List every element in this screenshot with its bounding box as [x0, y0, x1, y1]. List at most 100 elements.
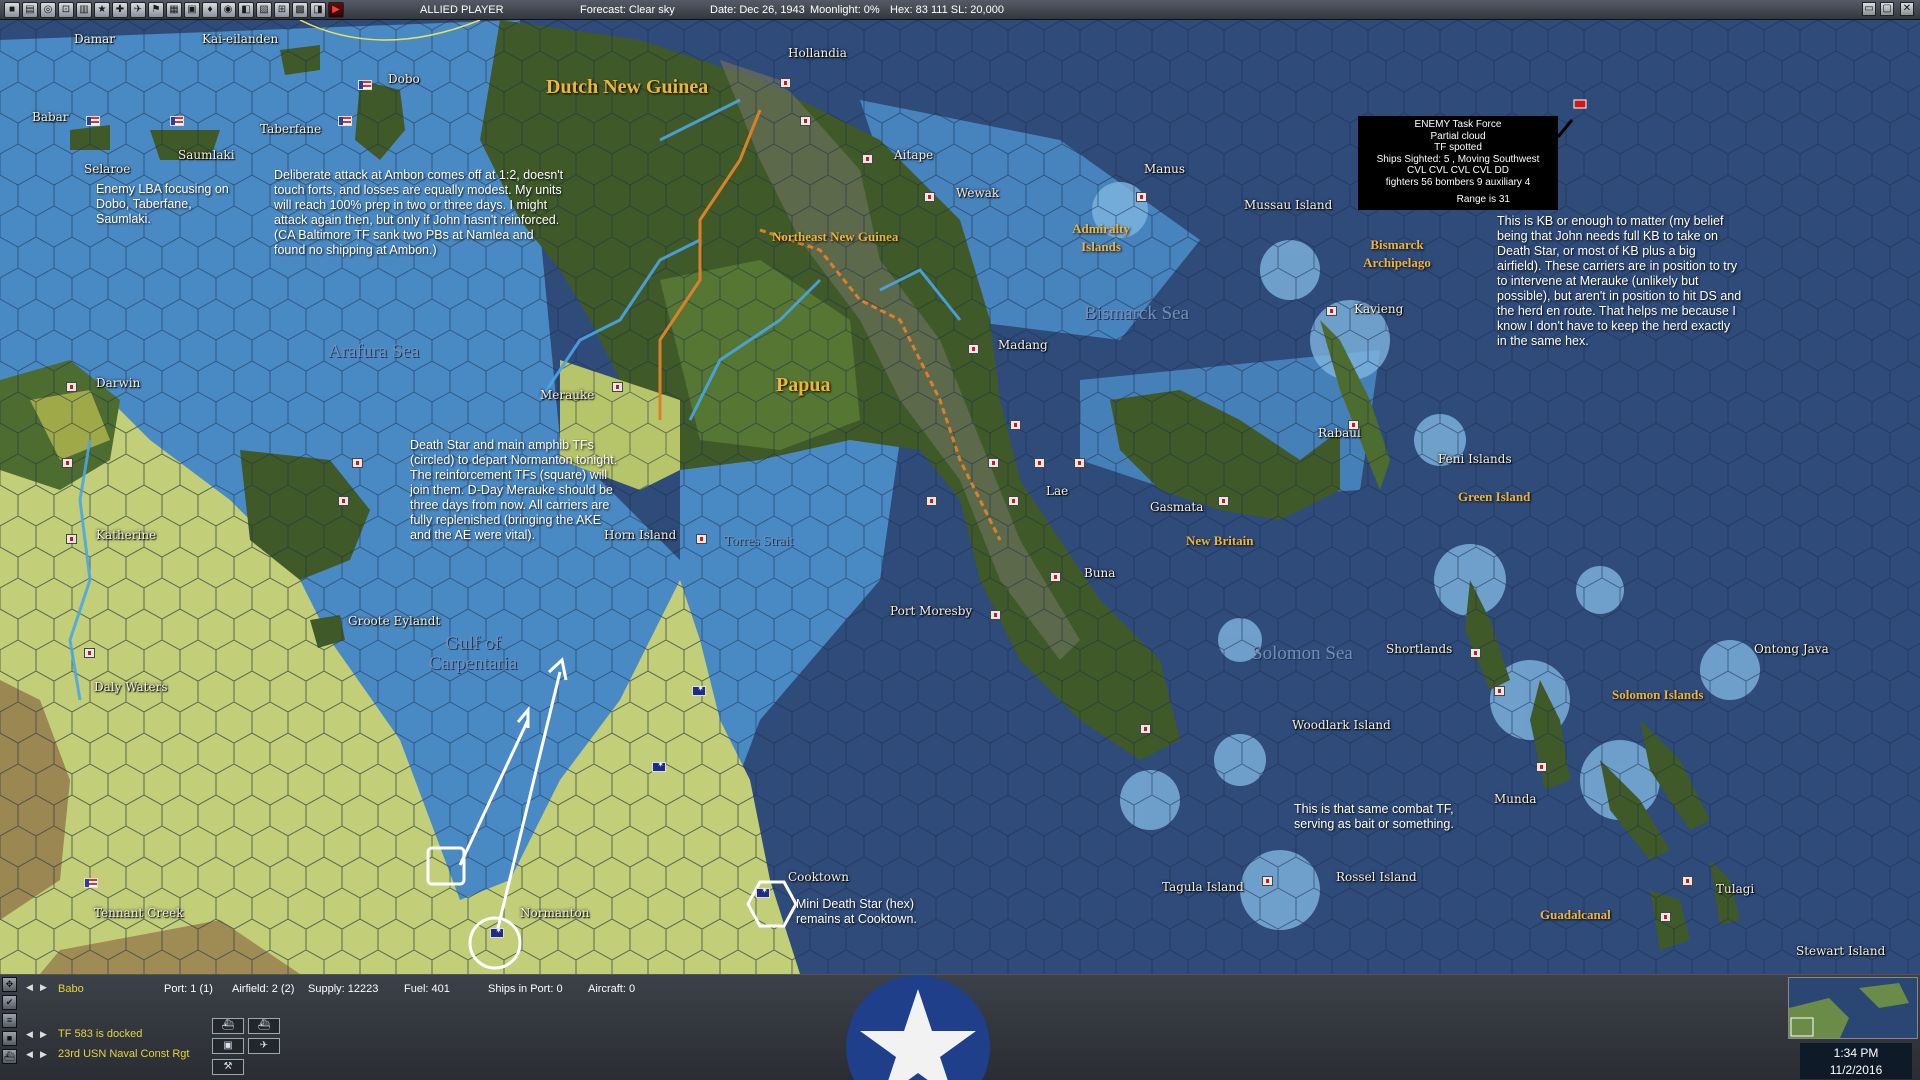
toolbar-button-icon[interactable]: ♦ — [202, 2, 218, 18]
toolbar-button-icon[interactable]: ⚑ — [148, 2, 164, 18]
tf-icon-row: ⛴ ⛴ — [212, 1018, 280, 1034]
place-label: Kai-eilanden — [202, 32, 279, 46]
ship-icon[interactable]: ⛴ — [2, 1049, 17, 1064]
toolbar-button-icon[interactable]: ★ — [94, 2, 110, 18]
us-unit-marker[interactable] — [86, 116, 100, 126]
base-marker[interactable] — [1660, 912, 1671, 922]
base-marker[interactable] — [1050, 572, 1061, 582]
base-marker[interactable] — [1008, 496, 1019, 506]
us-unit-marker[interactable] — [84, 878, 98, 888]
base-marker[interactable] — [988, 458, 999, 468]
place-label: Feni Islands — [1438, 452, 1512, 466]
check-icon[interactable]: ✔ — [2, 995, 17, 1010]
toolbar-button-icon[interactable]: ⊞ — [274, 2, 290, 18]
toolbar-button-icon[interactable]: ▤ — [22, 2, 38, 18]
base-marker[interactable] — [1010, 420, 1021, 430]
prev-arrow-icon[interactable]: ◀ — [26, 1029, 33, 1040]
place-label: Cooktown — [788, 870, 849, 884]
minimize-window-button[interactable]: ▭ — [1862, 2, 1876, 16]
restore-window-button[interactable]: ▢ — [1880, 2, 1894, 16]
base-marker[interactable] — [862, 154, 873, 164]
base-marker[interactable] — [1140, 724, 1151, 734]
us-unit-marker[interactable] — [170, 116, 184, 126]
place-label: Munda — [1494, 792, 1537, 806]
task-force-link[interactable]: TF 583 is docked — [58, 1028, 142, 1040]
base-marker[interactable] — [1682, 876, 1693, 886]
note-enemy-lba: Enemy LBA focusing on Dobo, Taberfane, S… — [96, 182, 229, 226]
base-marker[interactable] — [1470, 648, 1481, 658]
base-marker[interactable] — [990, 610, 1001, 620]
next-arrow-icon[interactable]: ▶ — [40, 982, 47, 993]
panel-side-buttons: ✥ ✔ ≡ ■ ⛴ — [2, 977, 18, 1064]
toolbar-button-icon[interactable]: ▦ — [166, 2, 182, 18]
base-marker[interactable] — [338, 496, 349, 506]
base-marker[interactable] — [66, 534, 77, 544]
toolbar-button-icon[interactable]: ✚ — [112, 2, 128, 18]
base-marker[interactable] — [1262, 876, 1273, 886]
toolbar-button-icon[interactable]: ▨ — [256, 2, 272, 18]
fuel-stat: Fuel: 401 — [404, 983, 450, 995]
list-icon[interactable]: ≡ — [2, 1013, 17, 1028]
next-arrow-icon[interactable]: ▶ — [40, 1049, 47, 1060]
base-marker[interactable] — [612, 382, 623, 392]
map-view[interactable]: Damar Kai-eilanden Babar Dobo Taberfane … — [0, 20, 1920, 974]
base-marker[interactable] — [1494, 686, 1505, 696]
place-label: Buna — [1084, 566, 1116, 580]
base-marker[interactable] — [924, 192, 935, 202]
place-label: Hollandia — [788, 46, 847, 60]
base-marker[interactable] — [1034, 458, 1045, 468]
base-marker[interactable] — [1348, 420, 1359, 430]
toolbar-button-icon[interactable]: ⊡ — [58, 2, 74, 18]
base-marker[interactable] — [968, 344, 979, 354]
place-label: Darwin — [96, 376, 141, 390]
allied-tf-marker[interactable] — [692, 684, 706, 696]
toolbar-button-icon[interactable]: ▥ — [76, 2, 92, 18]
aircraft-icon[interactable]: ✈ — [248, 1038, 280, 1054]
toolbar-button-icon[interactable]: ▣ — [184, 2, 200, 18]
toolbar-button-icon[interactable]: ◉ — [220, 2, 236, 18]
construction-icon[interactable]: ⚒ — [212, 1059, 244, 1075]
base-marker[interactable] — [66, 382, 77, 392]
base-marker[interactable] — [696, 534, 707, 544]
base-marker[interactable] — [1136, 192, 1147, 202]
base-marker[interactable] — [1536, 762, 1547, 772]
popup-range: Range is 31 — [1456, 193, 1510, 205]
port-stat: Port: 1 (1) — [164, 983, 213, 995]
prev-arrow-icon[interactable]: ◀ — [26, 1049, 33, 1060]
unit-icon[interactable]: ▣ — [212, 1038, 244, 1054]
prev-arrow-icon[interactable]: ◀ — [26, 982, 33, 993]
location-name[interactable]: Babo — [58, 983, 84, 995]
minimap[interactable] — [1788, 977, 1918, 1039]
base-marker[interactable] — [926, 496, 937, 506]
place-label: Tagula Island — [1162, 880, 1244, 894]
base-marker[interactable] — [84, 648, 95, 658]
square-icon[interactable]: ■ — [2, 1031, 17, 1046]
unit-link[interactable]: 23rd USN Naval Const Rgt — [58, 1048, 189, 1060]
base-marker[interactable] — [352, 458, 363, 468]
ship-icon[interactable]: ⛴ — [212, 1018, 244, 1034]
play-turn-icon[interactable]: ▶ — [328, 2, 344, 18]
allied-tf-marker[interactable] — [652, 760, 666, 772]
ship-icon[interactable]: ⛴ — [248, 1018, 280, 1034]
toolbar-button-icon[interactable]: ◨ — [310, 2, 326, 18]
us-unit-marker[interactable] — [358, 80, 372, 90]
allied-tf-marker[interactable] — [490, 926, 504, 938]
close-window-button[interactable]: ✕ — [1900, 2, 1914, 16]
base-marker[interactable] — [780, 78, 791, 88]
toolbar-button-icon[interactable]: ◧ — [238, 2, 254, 18]
ships-in-port-stat: Ships in Port: 0 — [488, 983, 563, 995]
base-marker[interactable] — [1074, 458, 1085, 468]
allied-tf-marker[interactable] — [756, 886, 770, 898]
base-marker[interactable] — [1218, 496, 1229, 506]
base-marker[interactable] — [800, 116, 811, 126]
popup-line: TF spotted — [1434, 142, 1482, 153]
toolbar-button-icon[interactable]: ▩ — [292, 2, 308, 18]
next-arrow-icon[interactable]: ▶ — [40, 1029, 47, 1040]
toolbar-button-icon[interactable]: ◎ — [40, 2, 56, 18]
us-unit-marker[interactable] — [338, 116, 352, 126]
expand-icon[interactable]: ✥ — [2, 977, 17, 992]
base-marker[interactable] — [1326, 306, 1337, 316]
toolbar-button-icon[interactable]: ■ — [4, 2, 20, 18]
base-marker[interactable] — [62, 458, 73, 468]
toolbar-button-icon[interactable]: ✈ — [130, 2, 146, 18]
